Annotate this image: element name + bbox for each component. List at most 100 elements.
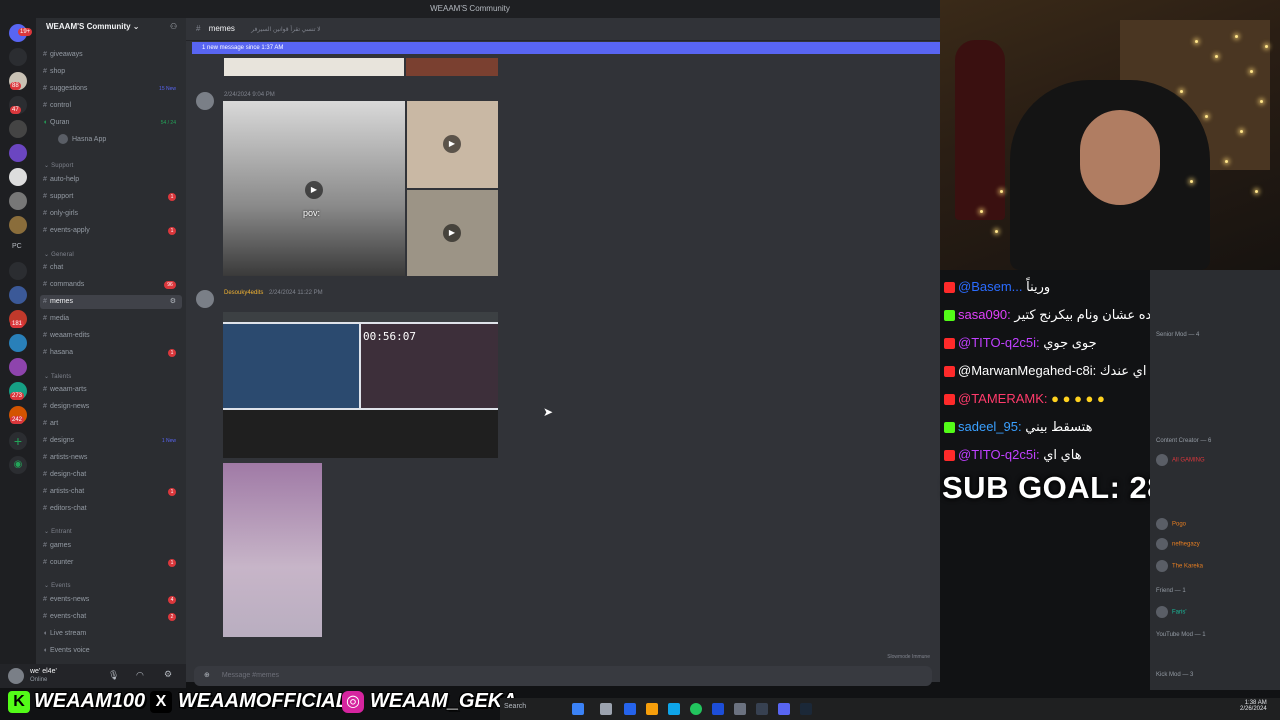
channel-hasana[interactable]: # hasana 1	[40, 346, 182, 360]
video-attachment[interactable]	[223, 463, 322, 637]
channel-design-news[interactable]: # design-news	[40, 400, 182, 414]
browser-icon[interactable]	[690, 703, 702, 715]
voice-channel-live-stream[interactable]: ◖ Live stream	[40, 627, 182, 641]
channel-suggestions[interactable]: # suggestions 15 New	[40, 82, 182, 96]
channel-settings-icon[interactable]: ⚙	[170, 295, 176, 309]
member-group-header: YouTube Mod — 1	[1156, 632, 1206, 638]
image-attachment[interactable]	[224, 58, 404, 76]
category-talents[interactable]: ⌄ Talents	[44, 373, 71, 380]
server-icon[interactable]	[9, 168, 27, 186]
app-icon[interactable]	[756, 703, 768, 715]
message-composer[interactable]: ⊕ Message #memes	[194, 666, 932, 686]
channel-control[interactable]: # control	[40, 99, 182, 113]
channel-artists-news[interactable]: # artists-news	[40, 451, 182, 465]
headphones-icon[interactable]: ◠	[136, 670, 144, 681]
channel-support[interactable]: # support 1	[40, 190, 182, 204]
channel-events-apply[interactable]: # events-apply 1	[40, 224, 182, 238]
taskbar-search[interactable]: Search	[504, 703, 526, 710]
discord-icon[interactable]	[778, 703, 790, 715]
add-attachment-icon[interactable]: ⊕	[204, 672, 210, 679]
category-support[interactable]: ⌄ Support	[44, 162, 74, 169]
channel-counter[interactable]: # counter 1	[40, 556, 182, 570]
channel-events-chat[interactable]: # events-chat 2	[40, 610, 182, 624]
channel-media[interactable]: # media	[40, 312, 182, 326]
server-icon[interactable]	[9, 144, 27, 162]
avatar[interactable]	[8, 668, 24, 684]
app-icon[interactable]	[572, 703, 584, 715]
category-entrant[interactable]: ⌄ Entrant	[44, 528, 72, 535]
app-icon[interactable]	[668, 703, 680, 715]
server-icon[interactable]	[9, 334, 27, 352]
channel-giveaways[interactable]: # giveaways	[40, 48, 182, 62]
image-attachment[interactable]	[406, 58, 498, 76]
app-icon[interactable]	[734, 703, 746, 715]
app-icon[interactable]	[712, 703, 724, 715]
settings-gear-icon[interactable]: ⚙	[164, 669, 172, 680]
clock[interactable]: 1:38 AM 2/26/2024	[1240, 700, 1267, 712]
play-icon[interactable]: ▶	[443, 224, 461, 242]
channel-shop[interactable]: # shop	[40, 65, 182, 79]
channel-art[interactable]: # art	[40, 417, 182, 431]
avatar[interactable]	[196, 290, 214, 308]
video-attachment[interactable]: ▶	[407, 190, 498, 276]
server-name[interactable]: WEAAM'S Community ⌄	[46, 22, 140, 31]
channel-designs[interactable]: # designs 1 New	[40, 434, 182, 448]
channel-commands[interactable]: # commands 96	[40, 278, 182, 292]
server-icon[interactable]	[9, 358, 27, 376]
voice-member-hasna-app[interactable]: Hasna App	[58, 133, 182, 147]
mention-badge: 181	[10, 320, 25, 328]
message-author[interactable]: Desouky4edits	[224, 290, 263, 296]
add-server-icon[interactable]: +	[9, 432, 27, 450]
member-row[interactable]: The Kareka	[1156, 560, 1203, 572]
play-icon[interactable]: ▶	[305, 181, 323, 199]
stream-chat-message: sadeel_95: هتسقط بيني	[944, 416, 1092, 438]
server-icon[interactable]	[9, 262, 27, 280]
channel-design-chat[interactable]: # design-chat	[40, 468, 182, 482]
server-icon[interactable]	[9, 120, 27, 138]
channel-weaam-edits[interactable]: # weaam-edits	[40, 329, 182, 343]
microphone-icon[interactable]: 🎙	[108, 670, 119, 681]
server-icon[interactable]	[9, 286, 27, 304]
app-icon[interactable]	[600, 703, 612, 715]
channel-only-girls[interactable]: # only-girls	[40, 207, 182, 221]
avatar[interactable]	[196, 92, 214, 110]
steam-icon[interactable]	[800, 703, 812, 715]
image-attachment[interactable]: 00:56:07	[223, 312, 498, 458]
window-title: WEAAM'S Community	[430, 4, 510, 13]
channel-auto-help[interactable]: # auto-help	[40, 173, 182, 187]
channel-games[interactable]: # games	[40, 539, 182, 553]
channel-weaam-arts[interactable]: # weaam-arts	[40, 383, 182, 397]
video-attachment[interactable]: ▶ pov:	[223, 101, 405, 276]
server-icon[interactable]	[9, 216, 27, 234]
mention-badge: 19+	[18, 28, 33, 36]
video-attachment[interactable]: ▶	[407, 101, 498, 188]
channel-memes[interactable]: # memes ⚙	[40, 295, 182, 309]
voice-channel-events-voice[interactable]: ◖ Events voice	[40, 644, 182, 658]
member-row[interactable]: Pogo	[1156, 518, 1186, 530]
category-events[interactable]: ⌄ Events	[44, 582, 71, 589]
add-friend-icon[interactable]: ⚇	[170, 22, 177, 31]
member-row[interactable]: Faris'	[1156, 606, 1186, 618]
voice-channel-quran[interactable]: ◖ Quran 54 / 24	[40, 116, 182, 130]
channel-editors-chat[interactable]: # editors-chat	[40, 502, 182, 516]
member-group-header: Friend — 1	[1156, 588, 1186, 594]
new-messages-banner[interactable]: 1 new message since 1:37 AM	[192, 42, 940, 54]
play-icon[interactable]: ▶	[443, 135, 461, 153]
username: we' el4e'	[30, 668, 57, 675]
channel-chat[interactable]: # chat	[40, 261, 182, 275]
channel-artists-chat[interactable]: # artists-chat 1	[40, 485, 182, 499]
discover-icon[interactable]: ◉	[9, 456, 27, 474]
channel-events-news[interactable]: # events-news 4	[40, 593, 182, 607]
member-row[interactable]: All GAMING	[1156, 454, 1205, 466]
server-icon[interactable]	[9, 48, 27, 66]
category-general[interactable]: ⌄ General	[44, 251, 74, 258]
message-input[interactable]: Message #memes	[222, 672, 279, 679]
emote-row: ● ● ● ● ●	[1051, 391, 1105, 406]
instagram-handle: WEAAM_GEKA	[370, 690, 517, 712]
app-icon[interactable]	[646, 703, 658, 715]
server-label[interactable]: PC	[12, 243, 22, 250]
app-icon[interactable]	[624, 703, 636, 715]
member-row[interactable]: nefhegazy	[1156, 538, 1200, 550]
browser-bar	[223, 312, 498, 322]
server-icon[interactable]	[9, 192, 27, 210]
